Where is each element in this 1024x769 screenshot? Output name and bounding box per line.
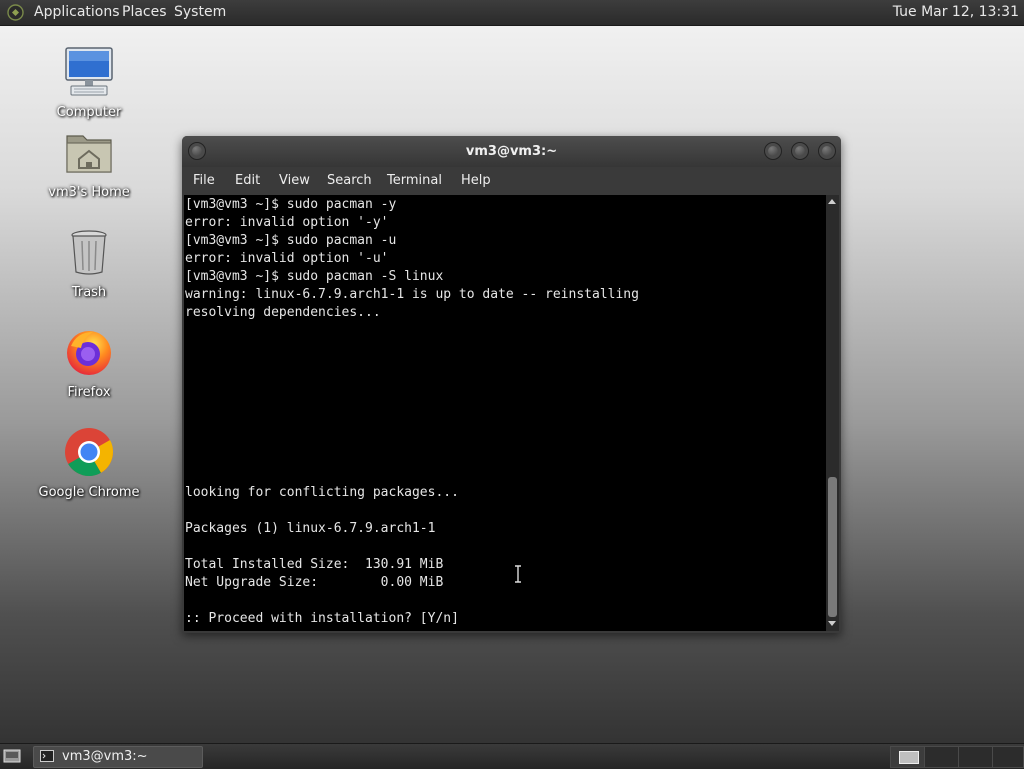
taskbar-item-terminal[interactable]: vm3@vm3:~	[33, 746, 203, 768]
top-panel: Applications Places System Tue Mar 12, 1…	[0, 0, 1024, 26]
terminal-window[interactable]: vm3@vm3:~ File Edit View Search Terminal…	[182, 136, 841, 633]
terminal-line: Packages (1) linux-6.7.9.arch1-1	[185, 521, 436, 536]
desktop-icon-label: Trash	[71, 285, 107, 300]
clock[interactable]: Tue Mar 12, 13:31	[893, 0, 1019, 25]
menu-help[interactable]: Help	[461, 167, 491, 195]
computer-icon	[65, 47, 113, 96]
desktop-icon-chrome[interactable]: Google Chrome	[29, 426, 149, 500]
firefox-icon	[67, 331, 111, 375]
desktop-icon-trash[interactable]: Trash	[29, 226, 149, 300]
workspace-window-preview	[899, 751, 919, 764]
scrollbar-thumb[interactable]	[828, 477, 837, 617]
desktop-icon-label: Google Chrome	[38, 485, 140, 500]
title-bar[interactable]: vm3@vm3:~	[182, 136, 841, 167]
scroll-down-arrow-icon[interactable]	[828, 621, 836, 626]
text-cursor-icon	[515, 565, 521, 583]
home-folder-icon	[66, 135, 112, 173]
terminal-icon	[40, 750, 54, 762]
terminal-line: [vm3@vm3 ~]$ sudo pacman -S linux	[185, 269, 444, 284]
terminal-output[interactable]: [vm3@vm3 ~]$ sudo pacman -y error: inval…	[184, 195, 826, 631]
maximize-button[interactable]	[791, 142, 809, 160]
menu-edit[interactable]: Edit	[235, 167, 260, 195]
terminal-line: error: invalid option '-u'	[185, 251, 389, 266]
terminal-line: looking for conflicting packages...	[185, 485, 459, 500]
trash-icon	[71, 230, 107, 275]
desktop-icon-firefox[interactable]: Firefox	[29, 326, 149, 400]
terminal-line: resolving dependencies...	[185, 305, 381, 320]
terminal-line: [vm3@vm3 ~]$ sudo pacman -u	[185, 233, 397, 248]
places-menu[interactable]: Places	[122, 0, 167, 25]
distro-logo-icon[interactable]	[7, 4, 24, 21]
applications-menu[interactable]: Applications	[34, 0, 120, 25]
show-desktop-icon[interactable]	[3, 748, 21, 764]
desktop-icon-label: Computer	[56, 105, 122, 120]
terminal-line: Total Installed Size: 130.91 MiB	[185, 557, 444, 572]
workspace-3[interactable]	[958, 746, 993, 768]
menu-search[interactable]: Search	[327, 167, 372, 195]
terminal-line: [vm3@vm3 ~]$ sudo pacman -y	[185, 197, 397, 212]
terminal-line: error: invalid option '-y'	[185, 215, 389, 230]
desktop-icon-label: Firefox	[67, 385, 111, 400]
desktop-icon-home[interactable]: vm3's Home	[29, 126, 149, 200]
terminal-line: Net Upgrade Size: 0.00 MiB	[185, 575, 444, 590]
terminal-line: warning: linux-6.7.9.arch1-1 is up to da…	[185, 287, 639, 302]
menu-terminal[interactable]: Terminal	[387, 167, 442, 195]
taskbar-item-label: vm3@vm3:~	[62, 749, 148, 764]
terminal-line: :: Proceed with installation? [Y/n]	[185, 611, 459, 626]
workspace-2[interactable]	[924, 746, 959, 768]
system-menu[interactable]: System	[174, 0, 226, 25]
desktop-icon-computer[interactable]: Computer	[29, 46, 149, 120]
scroll-up-arrow-icon[interactable]	[828, 199, 836, 204]
desktop-icon-label: vm3's Home	[48, 185, 130, 200]
minimize-button[interactable]	[764, 142, 782, 160]
chrome-icon	[65, 428, 114, 477]
menu-view[interactable]: View	[279, 167, 310, 195]
bottom-panel: vm3@vm3:~	[0, 743, 1024, 769]
menu-file[interactable]: File	[193, 167, 215, 195]
window-title: vm3@vm3:~	[465, 144, 558, 159]
scrollbar[interactable]	[826, 195, 839, 631]
close-button[interactable]	[818, 142, 836, 160]
workspace-1[interactable]	[890, 746, 925, 768]
workspace-4[interactable]	[992, 746, 1024, 768]
menu-bar: File Edit View Search Terminal Help	[182, 167, 841, 195]
